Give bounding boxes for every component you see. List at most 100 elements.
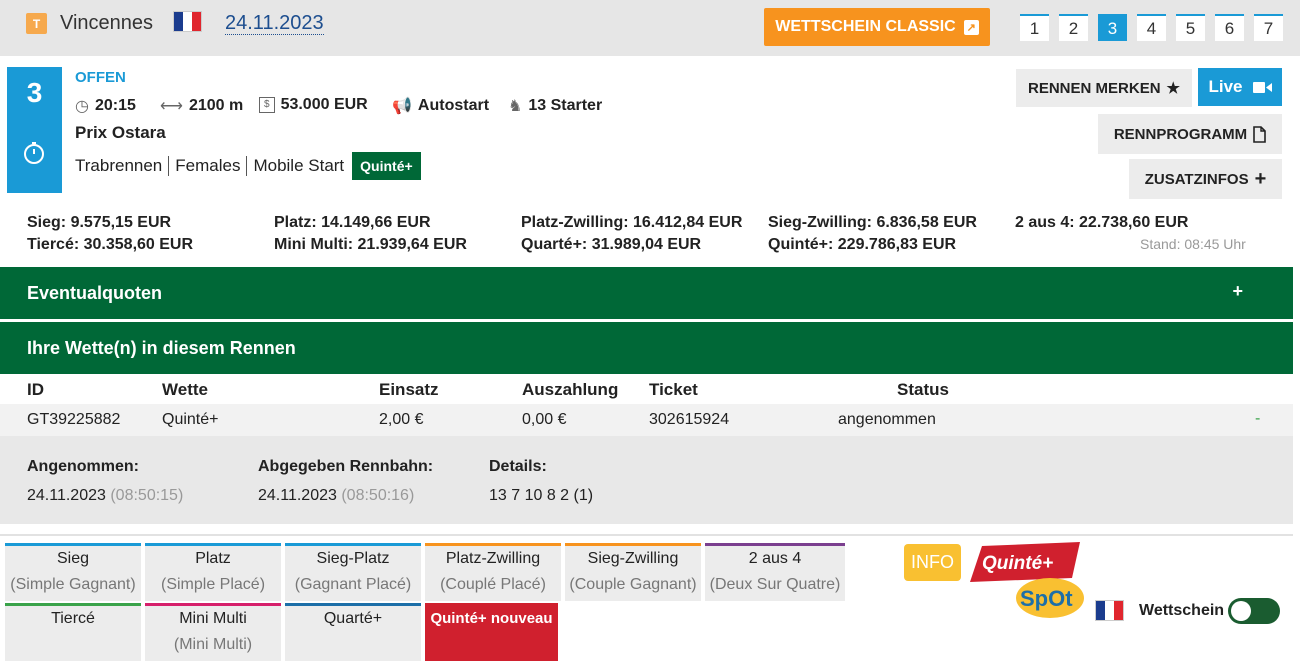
race-tab-2[interactable]: 2: [1059, 14, 1088, 41]
bet-type-sub: (Couple Gagnant): [569, 576, 697, 593]
eventualquoten-bar[interactable]: Eventualquoten +: [0, 267, 1293, 319]
race-distance-value: 2100 m: [188, 97, 244, 114]
angenommen-value: 24.11.2023 (08:50:15): [27, 487, 183, 505]
col-ticket: Ticket: [649, 380, 698, 399]
wettschein-toggle[interactable]: [1228, 598, 1280, 624]
cell-auszahlung: 0,00 €: [522, 411, 567, 428]
france-flag-icon: [173, 11, 202, 32]
bet-type-mini-multi[interactable]: Mini Multi (Mini Multi): [145, 603, 281, 661]
odds-platz: Platz: 14.149,66 EUR: [274, 214, 431, 231]
cell-status: angenommen: [838, 411, 936, 428]
bet-type-label: 2 aus 4: [748, 550, 802, 567]
race-start-type-value: Autostart: [417, 97, 490, 114]
horse-icon: ♞: [508, 98, 523, 115]
info-button[interactable]: INFO: [904, 544, 961, 581]
bet-type-2-aus-4[interactable]: 2 aus 4 (Deux Sur Quatre): [705, 543, 845, 601]
race-date[interactable]: 24.11.2023: [225, 12, 324, 35]
toggle-knob: [1231, 601, 1251, 621]
bet-type-sieg[interactable]: Sieg (Simple Gagnant): [5, 543, 141, 601]
section-divider: [0, 534, 1293, 536]
zusatzinfos-button[interactable]: ZUSATZINFOS +: [1129, 159, 1282, 199]
svg-text:Quinté+: Quinté+: [982, 553, 1053, 574]
live-button[interactable]: Live: [1198, 68, 1282, 106]
wettschein-label: Wettschein: [1139, 602, 1225, 619]
abgegeben-date: 24.11.2023: [258, 487, 337, 504]
race-starters-value: 13 Starter: [528, 97, 603, 114]
bet-type-tierce[interactable]: Tiercé: [5, 603, 141, 661]
bet-type-platz-zwilling[interactable]: Platz-Zwilling (Couplé Placé): [425, 543, 561, 601]
odds-platz-zwilling: Platz-Zwilling: 16.412,84 EUR: [521, 214, 743, 231]
race-prize: $53.000 EUR: [259, 96, 368, 114]
bet-type-sub: (Couplé Placé): [440, 576, 546, 593]
race-number: 3: [26, 77, 43, 108]
col-status: Status: [897, 380, 949, 399]
quinte-badge: Quinté+: [352, 152, 421, 180]
col-einsatz: Einsatz: [379, 380, 439, 399]
race-prize-value: 53.000 EUR: [280, 96, 368, 113]
cell-ticket: 302615924: [649, 411, 730, 428]
cell-wette: Quinté+: [162, 411, 219, 428]
external-link-icon: ↗: [963, 19, 979, 35]
bet-type-label: Sieg-Platz: [316, 550, 390, 567]
race-tab-7[interactable]: 7: [1254, 14, 1283, 41]
venue-name: Vincennes: [60, 12, 154, 34]
details-label: Details:: [489, 458, 547, 475]
bet-type-label: Platz-Zwilling: [445, 550, 541, 567]
video-camera-icon: [1252, 81, 1272, 93]
race-time-value: 20:15: [94, 97, 136, 114]
tag-mobile-start: Mobile Start: [253, 156, 345, 175]
race-tab-3[interactable]: 3: [1098, 14, 1127, 41]
bet-type-quarte[interactable]: Quarté+: [285, 603, 421, 661]
bets-section-header: Ihre Wette(n) in diesem Rennen: [0, 322, 1293, 374]
distance-arrows-icon: ⟷: [160, 98, 183, 115]
race-tab-1[interactable]: 1: [1020, 14, 1049, 41]
race-name: Prix Ostara: [75, 123, 166, 142]
race-tab-6[interactable]: 6: [1215, 14, 1244, 41]
bet-type-sub: (Simple Placé): [160, 576, 266, 593]
odds-sieg: Sieg: 9.575,15 EUR: [27, 214, 172, 231]
zusatzinfos-label: ZUSATZINFOS: [1144, 170, 1249, 188]
abgegeben-time: (08:50:16): [341, 487, 415, 504]
race-time: ◷ 20:15: [75, 96, 136, 116]
star-icon: ★: [1166, 80, 1180, 97]
odds-mini-multi: Mini Multi: 21.939,64 EUR: [274, 236, 467, 253]
odds-quarte: Quarté+: 31.989,04 EUR: [521, 236, 702, 253]
france-flag-icon: [1095, 600, 1124, 621]
bet-type-sub: (Gagnant Placé): [294, 576, 412, 593]
bet-type-quinte-nouveau[interactable]: Quinté+ nouveau: [425, 603, 558, 661]
race-tab-4[interactable]: 4: [1137, 14, 1166, 41]
bet-type-sieg-zwilling[interactable]: Sieg-Zwilling (Couple Gagnant): [565, 543, 701, 601]
angenommen-label: Angenommen:: [27, 458, 139, 475]
eventualquoten-title: Eventualquoten: [27, 282, 163, 303]
rennprogramm-label: RENNPROGRAMM: [1113, 125, 1248, 143]
svg-text:SpOt: SpOt: [1020, 586, 1073, 611]
angenommen-time: (08:50:15): [110, 487, 184, 504]
bet-type-platz[interactable]: Platz (Simple Placé): [145, 543, 281, 601]
rennen-merken-button[interactable]: RENNEN MERKEN ★: [1016, 69, 1192, 107]
angenommen-date: 24.11.2023: [27, 487, 106, 504]
wettschein-classic-button[interactable]: WETTSCHEIN CLASSIC ↗: [764, 8, 990, 46]
bet-type-sub: (Simple Gagnant): [10, 576, 136, 593]
abgegeben-value: 24.11.2023 (08:50:16): [258, 487, 414, 505]
bet-type-label: Mini Multi: [179, 610, 247, 627]
expand-plus-icon[interactable]: +: [1232, 281, 1243, 302]
bet-type-label: Tiercé: [51, 610, 95, 627]
bet-type-sieg-platz[interactable]: Sieg-Platz (Gagnant Placé): [285, 543, 421, 601]
odds-2-aus-4: 2 aus 4: 22.738,60 EUR: [1015, 214, 1189, 231]
bet-type-sub: (Deux Sur Quatre): [709, 576, 841, 593]
race-tab-5[interactable]: 5: [1176, 14, 1205, 41]
odds-sieg-zwilling: Sieg-Zwilling: 6.836,58 EUR: [768, 214, 977, 231]
bet-type-label: Quinté+ nouveau: [430, 610, 553, 627]
cell-einsatz: 2,00 €: [379, 411, 424, 428]
race-start-type: 📢 Autostart: [392, 96, 489, 116]
bet-type-label: Sieg: [56, 550, 90, 567]
bets-section-title: Ihre Wette(n) in diesem Rennen: [27, 337, 296, 358]
tag-trabrennen: Trabrennen: [75, 156, 163, 175]
race-number-box: 3: [7, 67, 62, 193]
rennprogramm-button[interactable]: RENNPROGRAMM: [1098, 114, 1282, 154]
col-wette: Wette: [162, 380, 208, 399]
clock-icon: ◷: [75, 98, 89, 115]
quinte-spot-logo: Quinté+ SpOt: [970, 542, 1084, 618]
rennen-merken-label: RENNEN MERKEN: [1028, 79, 1161, 97]
cell-id: GT39225882: [27, 411, 121, 428]
